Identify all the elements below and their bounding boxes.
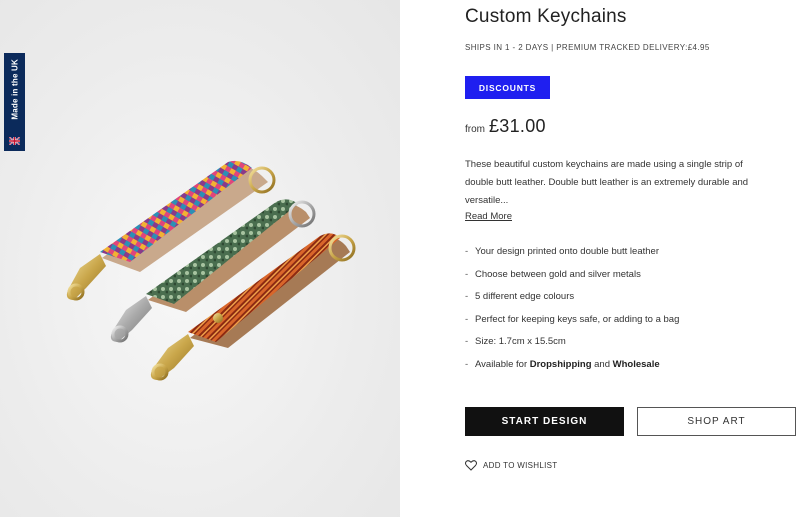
feature-text: Size: 1.7cm x 15.5cm: [475, 336, 566, 347]
description-line: versatile...: [465, 195, 509, 206]
dropshipping-link[interactable]: Dropshipping: [530, 359, 592, 370]
heart-outline-icon: [465, 460, 477, 471]
keychains-illustration: [66, 160, 356, 381]
price-value: £31.00: [489, 116, 546, 136]
shop-art-button[interactable]: SHOP ART: [637, 407, 796, 436]
price: from £31.00: [465, 116, 546, 137]
uk-flag-icon: [9, 137, 20, 145]
feature-text: Your design printed onto double butt lea…: [475, 246, 659, 257]
feature-list: - Your design printed onto double butt le…: [465, 243, 679, 378]
feature-text: Choose between gold and silver metals: [475, 268, 641, 280]
feature-item: -5 different edge colours: [465, 288, 679, 311]
discounts-button[interactable]: DISCOUNTS: [465, 76, 550, 99]
wholesale-link[interactable]: Wholesale: [613, 359, 660, 370]
availability-prefix: Available for: [475, 358, 528, 370]
read-more-link[interactable]: Read More: [465, 211, 512, 222]
product-image: Made in the UK: [0, 0, 400, 517]
feature-item: - Perfect for keeping keys safe, or addin…: [465, 311, 679, 334]
feature-item: - Choose between gold and silver metals: [465, 266, 679, 289]
description-line: double butt leather. Double butt leather…: [465, 177, 749, 188]
shipping-info: SHIPS IN 1 - 2 DAYS | PREMIUM TRACKED DE…: [465, 43, 710, 52]
availability-and: and: [594, 358, 610, 370]
add-to-wishlist-button[interactable]: ADD TO WISHLIST: [465, 460, 557, 471]
start-design-button[interactable]: START DESIGN: [465, 407, 624, 436]
made-in-uk-label: Made in the UK: [10, 59, 19, 120]
feature-text: 5 different edge colours: [475, 291, 575, 302]
description-line: These beautiful custom keychains are mad…: [465, 159, 743, 170]
feature-item: - Your design printed onto double butt le…: [465, 243, 679, 266]
wishlist-label: ADD TO WISHLIST: [483, 461, 558, 470]
feature-text: Available for Dropshipping and Wholesale: [475, 356, 660, 379]
made-in-uk-badge: Made in the UK: [4, 53, 25, 151]
product-description: These beautiful custom keychains are mad…: [465, 156, 785, 210]
price-prefix: from: [465, 124, 485, 135]
product-title: Custom Keychains: [465, 6, 627, 27]
feature-item: - Size: 1.7cm x 15.5cm: [465, 333, 679, 356]
feature-text: Perfect for keeping keys safe, or adding…: [475, 313, 680, 325]
feature-item: - Available for Dropshipping and Wholesa…: [465, 356, 679, 379]
